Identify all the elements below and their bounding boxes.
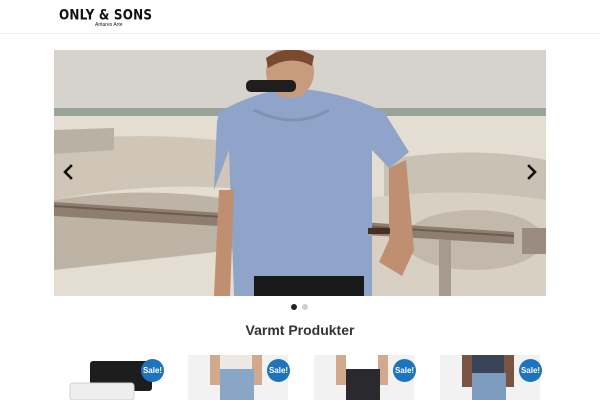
sale-badge: Sale! bbox=[267, 359, 290, 382]
hero-slider[interactable] bbox=[54, 50, 546, 296]
site-logo[interactable]: ONLY & SONS Antares Arte bbox=[59, 7, 152, 29]
logo-sub-text: Antares Arte bbox=[95, 22, 123, 28]
logo-main-text: ONLY & SONS bbox=[59, 7, 153, 24]
slider-dot-2[interactable] bbox=[302, 304, 308, 310]
section-title: Varmt Produkter bbox=[245, 322, 355, 338]
site-header: ONLY & SONS Antares Arte bbox=[0, 0, 600, 34]
sale-badge: Sale! bbox=[393, 359, 416, 382]
chevron-right-icon bbox=[527, 164, 537, 180]
sale-badge: Sale! bbox=[141, 359, 164, 382]
slide-image bbox=[54, 50, 546, 296]
slider-next-button[interactable] bbox=[522, 162, 542, 182]
slider-prev-button[interactable] bbox=[58, 162, 78, 182]
slider-dot-1[interactable] bbox=[291, 304, 297, 310]
slider-pagination bbox=[291, 304, 308, 310]
sale-badge: Sale! bbox=[519, 359, 542, 382]
chevron-left-icon bbox=[63, 164, 73, 180]
